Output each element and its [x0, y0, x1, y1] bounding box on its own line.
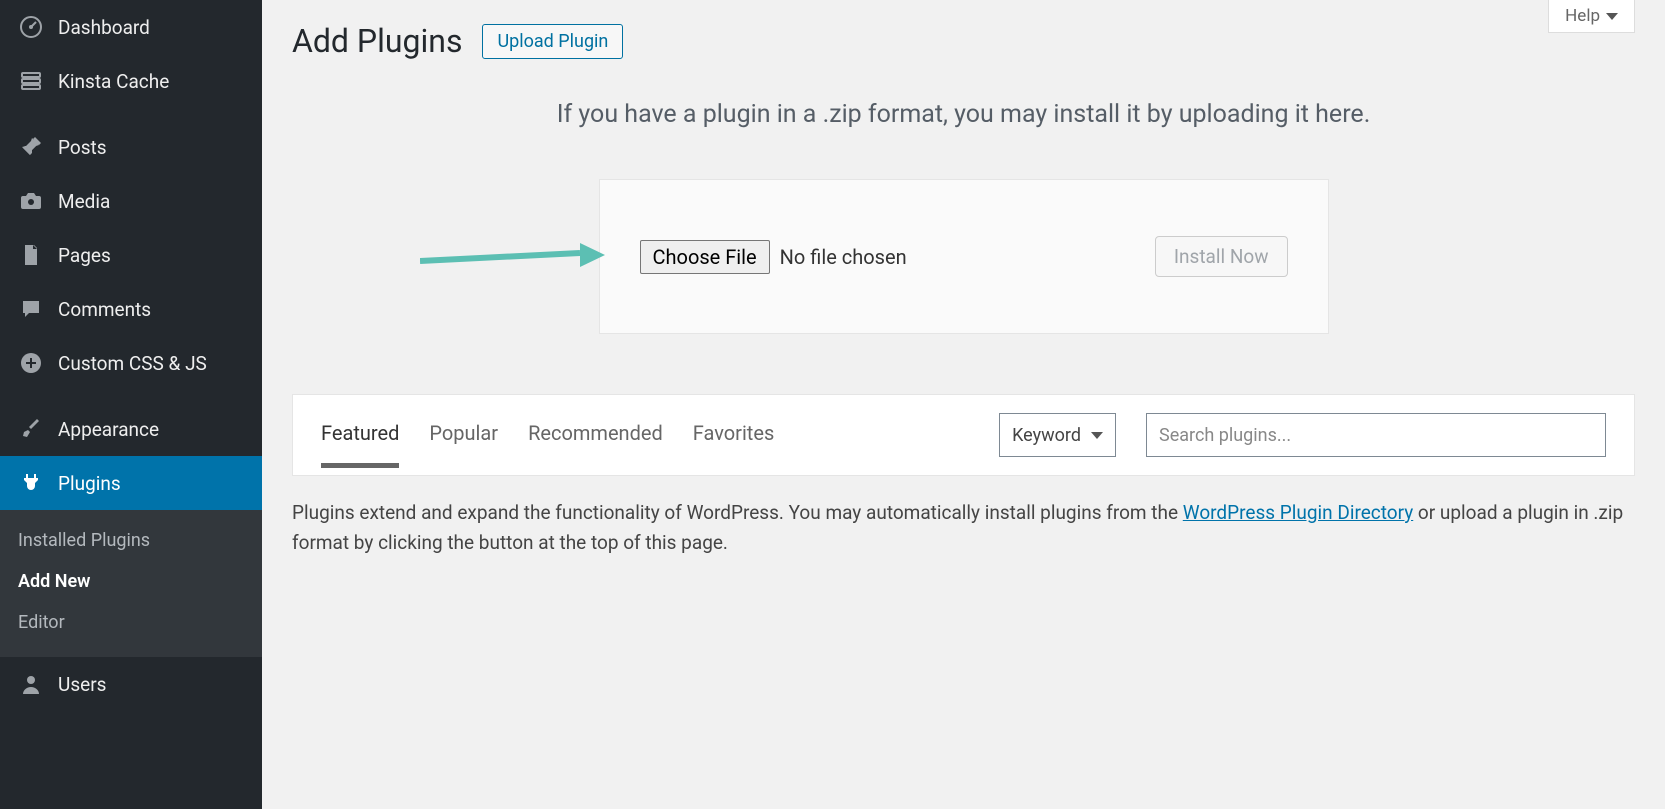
tab-popular[interactable]: Popular — [429, 421, 498, 468]
plugin-filter-bar: Featured Popular Recommended Favorites K… — [292, 394, 1635, 476]
sidebar-item-label: Posts — [58, 136, 107, 159]
sidebar-item-label: Plugins — [58, 472, 121, 495]
sidebar-item-comments[interactable]: Comments — [0, 282, 262, 336]
sidebar-item-media[interactable]: Media — [0, 174, 262, 228]
dashboard-icon — [18, 14, 44, 40]
plugins-submenu: Installed Plugins Add New Editor — [0, 510, 262, 657]
arrow-annotation-icon — [420, 237, 610, 277]
sidebar-item-label: Appearance — [58, 418, 159, 441]
search-type-label: Keyword — [1012, 425, 1081, 446]
sidebar-item-label: Custom CSS & JS — [58, 352, 207, 375]
sidebar-item-label: Users — [58, 673, 106, 696]
plug-icon — [18, 470, 44, 496]
sidebar-item-kinsta-cache[interactable]: Kinsta Cache — [0, 54, 262, 108]
plugin-directory-link[interactable]: WordPress Plugin Directory — [1183, 501, 1413, 524]
user-icon — [18, 671, 44, 697]
help-tab-label: Help — [1565, 6, 1600, 26]
upload-plugin-button[interactable]: Upload Plugin — [482, 24, 623, 59]
file-input-group: Choose File No file chosen — [640, 240, 907, 274]
sidebar-item-label: Pages — [58, 244, 111, 267]
upload-plugin-panel: If you have a plugin in a .zip format, y… — [292, 100, 1635, 334]
camera-icon — [18, 188, 44, 214]
brush-icon — [18, 416, 44, 442]
upload-instructions: If you have a plugin in a .zip format, y… — [292, 100, 1635, 129]
comment-icon — [18, 296, 44, 322]
page-title: Add Plugins — [292, 22, 462, 60]
menu-separator — [0, 390, 262, 402]
plugins-description: Plugins extend and expand the functional… — [292, 498, 1635, 559]
tab-recommended[interactable]: Recommended — [528, 421, 663, 468]
desc-text-1: Plugins extend and expand the functional… — [292, 501, 1183, 524]
sidebar-item-label: Comments — [58, 298, 151, 321]
sidebar-item-label: Dashboard — [58, 16, 150, 39]
choose-file-button[interactable]: Choose File — [640, 240, 770, 274]
tab-favorites[interactable]: Favorites — [693, 421, 775, 468]
upload-form: Choose File No file chosen Install Now — [599, 179, 1329, 334]
database-icon — [18, 68, 44, 94]
page-header: Add Plugins Upload Plugin — [292, 0, 1635, 60]
sidebar-item-posts[interactable]: Posts — [0, 120, 262, 174]
file-status-text: No file chosen — [780, 245, 907, 269]
submenu-installed-plugins[interactable]: Installed Plugins — [0, 520, 262, 561]
chevron-down-icon — [1606, 13, 1618, 20]
sidebar-item-pages[interactable]: Pages — [0, 228, 262, 282]
main-content: Help Add Plugins Upload Plugin If you ha… — [262, 0, 1665, 809]
search-type-select[interactable]: Keyword — [999, 413, 1116, 457]
sidebar-item-custom-css-js[interactable]: Custom CSS & JS — [0, 336, 262, 390]
menu-separator — [0, 108, 262, 120]
sidebar-item-label: Media — [58, 190, 110, 213]
page-icon — [18, 242, 44, 268]
plus-circle-icon — [18, 350, 44, 376]
sidebar-item-plugins[interactable]: Plugins — [0, 456, 262, 510]
pin-icon — [18, 134, 44, 160]
sidebar-item-dashboard[interactable]: Dashboard — [0, 0, 262, 54]
tab-featured[interactable]: Featured — [321, 421, 399, 468]
sidebar-item-label: Kinsta Cache — [58, 70, 169, 93]
search-plugins-input[interactable] — [1146, 413, 1606, 457]
chevron-down-icon — [1091, 432, 1103, 439]
install-now-button[interactable]: Install Now — [1155, 236, 1288, 277]
sidebar-item-appearance[interactable]: Appearance — [0, 402, 262, 456]
submenu-add-new[interactable]: Add New — [0, 561, 262, 602]
help-tab[interactable]: Help — [1548, 0, 1635, 33]
sidebar-item-users[interactable]: Users — [0, 657, 262, 711]
admin-sidebar: Dashboard Kinsta Cache Posts Media Pages… — [0, 0, 262, 809]
submenu-editor[interactable]: Editor — [0, 602, 262, 643]
